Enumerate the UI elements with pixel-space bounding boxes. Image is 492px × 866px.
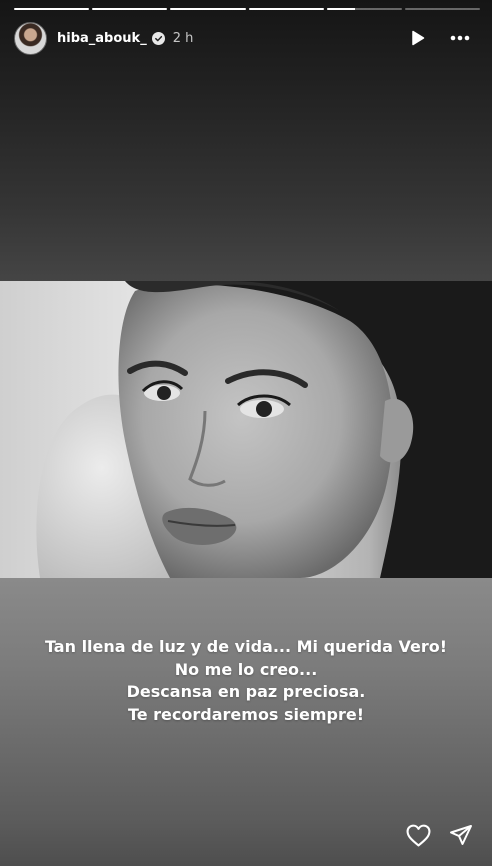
more-horizontal-icon[interactable]	[450, 28, 470, 48]
progress-segment	[14, 8, 90, 10]
caption-line: Tan llena de luz y de vida... Mi querida…	[44, 637, 448, 656]
progress-fill	[170, 8, 246, 10]
paper-plane-icon[interactable]	[448, 822, 474, 848]
progress-segment	[170, 8, 246, 10]
progress-fill	[248, 8, 324, 10]
avatar[interactable]	[14, 21, 47, 55]
username[interactable]: hiba_abouk_	[57, 31, 147, 46]
caption-line: No me lo creo...	[174, 659, 318, 679]
caption-line: Descansa en paz preciosa.	[126, 682, 366, 701]
post-time: 2 h	[172, 30, 194, 46]
heart-icon[interactable]	[405, 822, 431, 848]
progress-fill	[14, 8, 90, 10]
progress-fill	[326, 8, 356, 10]
story-progress-bar	[14, 8, 481, 10]
story-viewer[interactable]: hiba_abouk_ 2 h Tan llena de luz y de vi…	[0, 0, 492, 866]
verified-badge-icon	[151, 31, 165, 45]
story-photo	[0, 281, 492, 578]
progress-segment	[248, 8, 324, 10]
progress-fill	[92, 8, 168, 10]
caption-line: Te recordaremos siempre!	[127, 704, 365, 724]
play-icon[interactable]	[408, 28, 428, 48]
progress-segment	[404, 8, 481, 10]
progress-segment	[92, 8, 168, 10]
story-caption: Tan llena de luz y de vida... Mi querida…	[0, 636, 492, 726]
story-header: hiba_abouk_ 2 h	[14, 21, 480, 55]
progress-segment	[326, 8, 402, 10]
story-footer	[405, 822, 474, 848]
